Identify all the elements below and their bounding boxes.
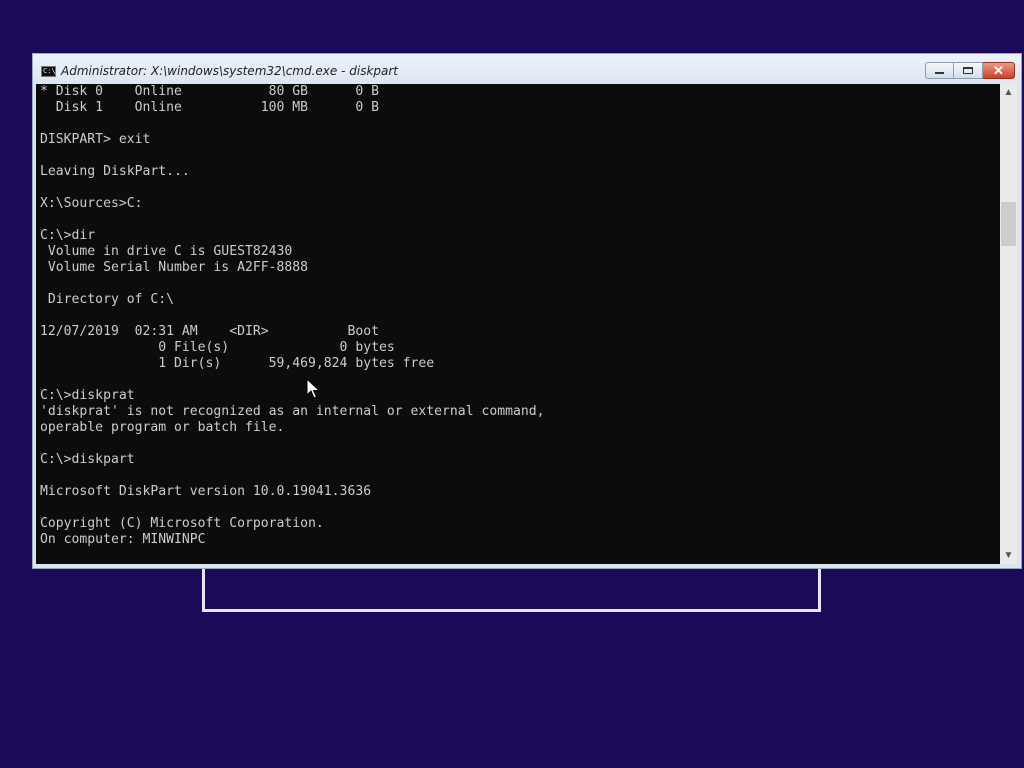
console-line: Disk 1 Online 100 MB 0 B (40, 100, 379, 115)
chevron-up-icon: ▲ (1003, 87, 1014, 98)
maximize-button[interactable] (954, 62, 983, 79)
window-controls: ✕ (925, 62, 1015, 80)
scroll-down-button[interactable]: ▼ (1000, 547, 1017, 564)
chevron-down-icon: ▼ (1003, 550, 1014, 561)
close-button[interactable]: ✕ (983, 62, 1015, 79)
console-line: C:\>dir (40, 228, 96, 243)
console-line: 'diskprat' is not recognized as an inter… (40, 404, 545, 419)
minimize-icon (935, 72, 944, 74)
title-bar[interactable]: C:\ Administrator: X:\windows\system32\c… (33, 54, 1021, 86)
console-line: 0 File(s) 0 bytes (40, 340, 395, 355)
console-line: X:\Sources>C: (40, 196, 143, 211)
console-line: C:\>diskpart (40, 452, 135, 467)
console-line: DISKPART> exit (40, 132, 151, 147)
mouse-pointer-icon (306, 378, 320, 399)
console-output[interactable]: * Disk 0 Online 80 GB 0 B Disk 1 Online … (36, 84, 1000, 564)
console-line: 1 Dir(s) 59,469,824 bytes free (40, 356, 435, 371)
console-line: Volume in drive C is GUEST82430 (40, 244, 293, 259)
console-line: 12/07/2019 02:31 AM <DIR> Boot (40, 324, 379, 339)
console-line: Leaving DiskPart... (40, 164, 190, 179)
console-line: Microsoft DiskPart version 10.0.19041.36… (40, 484, 372, 499)
console-line: Directory of C:\ (40, 292, 175, 307)
minimize-button[interactable] (925, 62, 954, 79)
console-line: Copyright (C) Microsoft Corporation. (40, 516, 324, 531)
close-icon: ✕ (993, 62, 1004, 78)
scroll-thumb[interactable] (1001, 202, 1016, 246)
maximize-icon (963, 67, 973, 74)
console-line: operable program or batch file. (40, 420, 285, 435)
scroll-up-button[interactable]: ▲ (1000, 84, 1017, 101)
console-line: C:\>diskprat (40, 388, 135, 403)
console-lines: * Disk 0 Online 80 GB 0 B Disk 1 Online … (36, 84, 1000, 548)
window-title: Administrator: X:\windows\system32\cmd.e… (61, 64, 399, 78)
console-line: * Disk 0 Online 80 GB 0 B (40, 84, 379, 99)
cmd-window[interactable]: C:\ Administrator: X:\windows\system32\c… (32, 53, 1022, 569)
vertical-scrollbar[interactable]: ▲ ▼ (1000, 84, 1017, 564)
cmd-icon: C:\ (41, 66, 56, 77)
console-line: Volume Serial Number is A2FF-8888 (40, 260, 309, 275)
console-line: On computer: MINWINPC (40, 532, 206, 547)
